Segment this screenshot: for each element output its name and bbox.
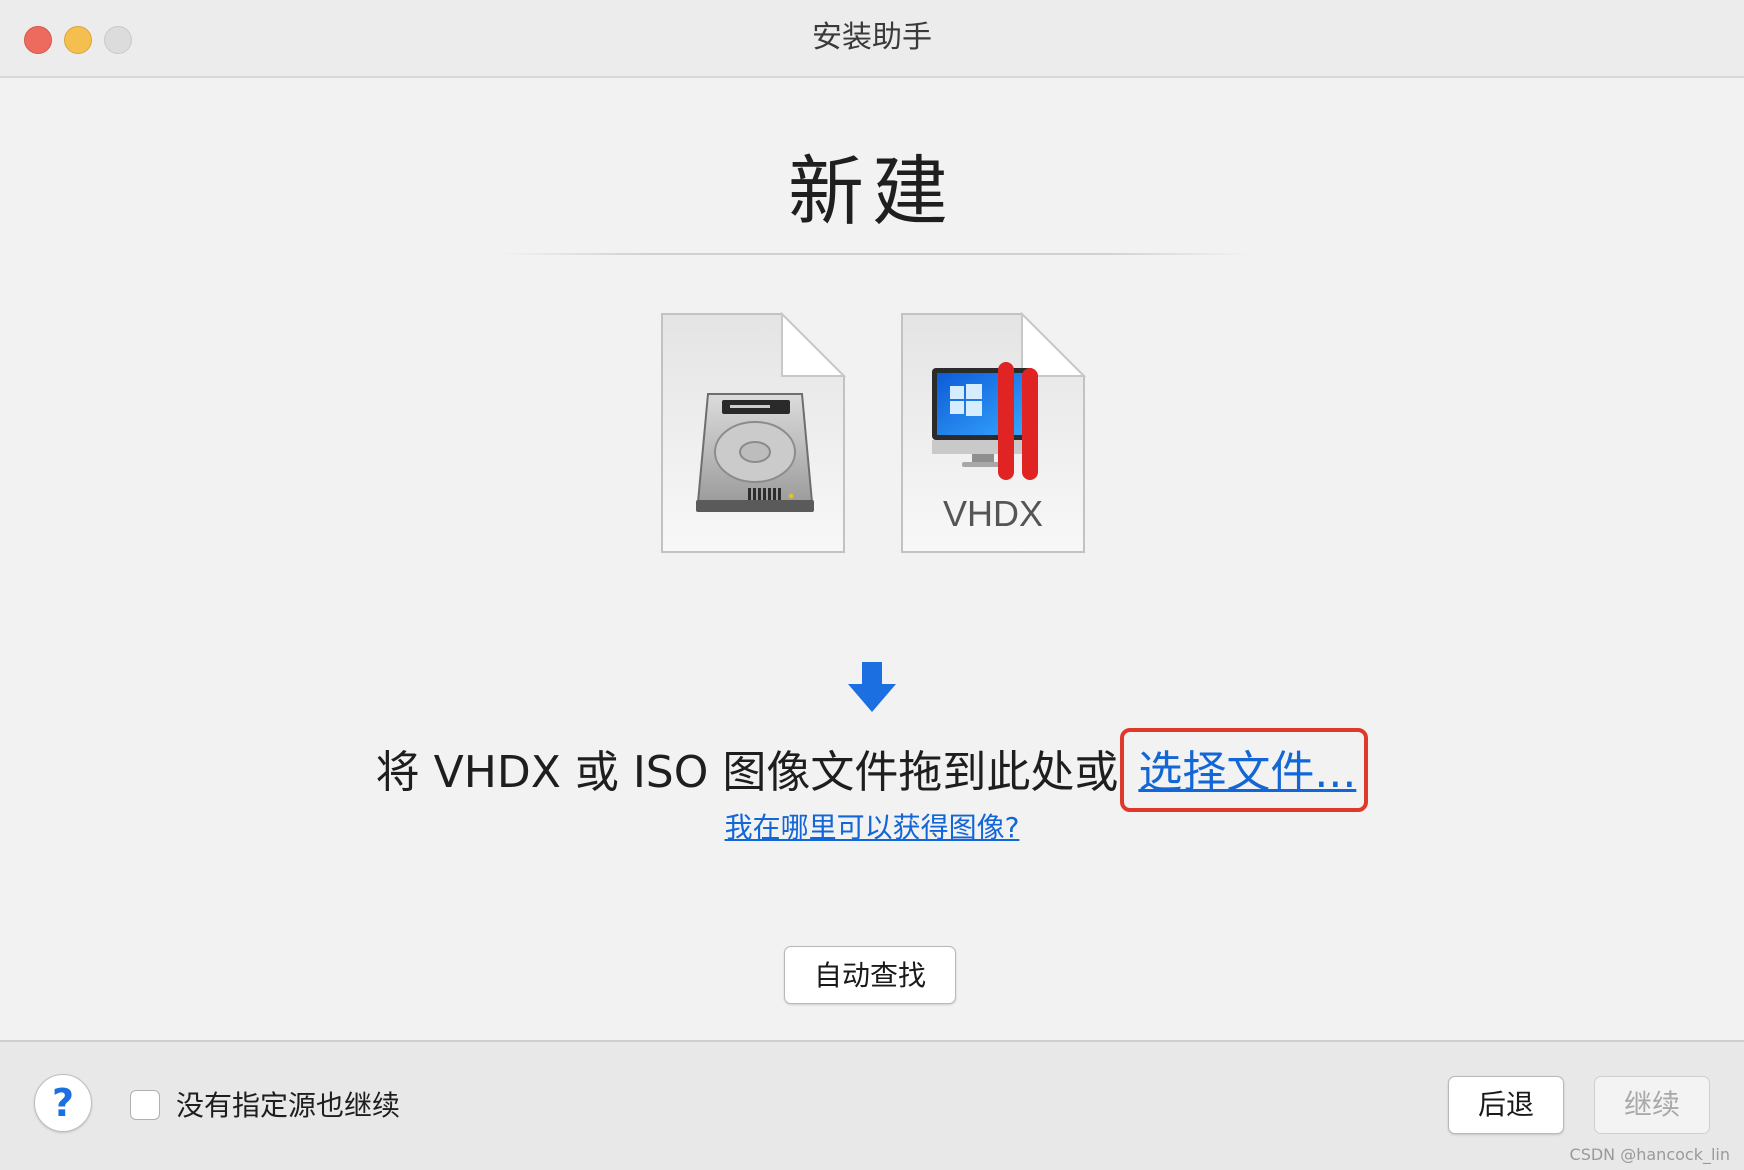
title-bar: 安装助手 [0, 0, 1744, 78]
window-title: 安装助手 [812, 20, 932, 55]
help-button[interactable]: ? [34, 1074, 92, 1132]
page-heading: 新建 [788, 147, 956, 236]
vhdx-label: VHDX [943, 493, 1043, 534]
footer-bar: ? 没有指定源也继续 后退 继续 CSDN @hancock_lin [0, 1040, 1744, 1170]
installation-assistant-window: 安装助手 新建 VHDX 将 VHDX 或 ISO 图像文件拖到此处或 选择文件… [0, 0, 1744, 1170]
hard-disk-image-icon [661, 312, 846, 553]
watermark: CSDN @hancock_lin [1569, 1145, 1730, 1164]
down-arrow-icon [848, 662, 896, 712]
drop-instruction: 将 VHDX 或 ISO 图像文件拖到此处或 选择文件... [0, 728, 1744, 812]
heading-divider [500, 253, 1250, 255]
choose-file-highlight: 选择文件... [1120, 728, 1369, 812]
auto-find-button[interactable]: 自动查找 [784, 946, 956, 1004]
where-to-get-image-link[interactable]: 我在哪里可以获得图像? [0, 806, 1744, 846]
drop-instruction-text: 将 VHDX 或 ISO 图像文件拖到此处或 [375, 747, 1119, 798]
continue-without-source-label[interactable]: 没有指定源也继续 [176, 1084, 400, 1124]
back-button[interactable]: 后退 [1448, 1076, 1564, 1134]
choose-file-link[interactable]: 选择文件... [1138, 747, 1356, 798]
vhdx-file-icon: VHDX [901, 312, 1086, 553]
continue-without-source-checkbox[interactable] [130, 1090, 160, 1120]
continue-button[interactable]: 继续 [1594, 1076, 1710, 1134]
